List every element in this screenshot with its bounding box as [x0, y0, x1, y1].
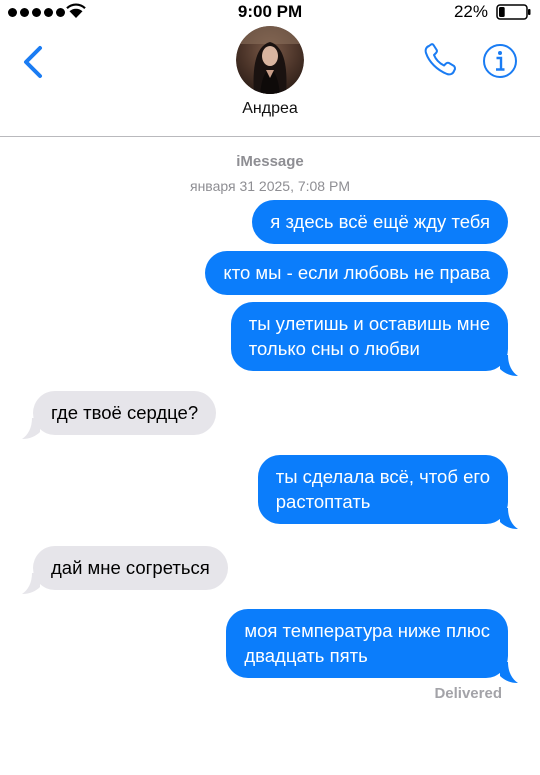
- conversation-header: Андреа: [0, 26, 540, 137]
- message-text-line: моя температура ниже плюс: [244, 620, 490, 641]
- message-text-line: ты улетишь и оставишь мне: [248, 313, 490, 334]
- message-text-line: двадцать пять: [244, 645, 368, 666]
- message-text: я здесь всё ещё жду тебя: [270, 211, 490, 232]
- received-message-bubble[interactable]: где твоё сердце?: [33, 391, 217, 435]
- sent-message-bubble[interactable]: ты сделала всё, чтоб его растоптать: [257, 455, 508, 524]
- bubble-tail: [500, 508, 518, 529]
- bubble-tail: [500, 662, 518, 683]
- status-bar: 9:00 PM 22%: [0, 0, 540, 26]
- sent-message-bubble[interactable]: я здесь всё ещё жду тебя: [252, 200, 508, 244]
- bubble-tail: [22, 573, 40, 594]
- message-text-line: ты сделала всё, чтоб его: [275, 466, 490, 487]
- message-text: дай мне согреться: [51, 557, 210, 578]
- sent-message-bubble[interactable]: ты улетишь и оставишь мне только сны о л…: [230, 302, 508, 371]
- bubble-tail: [500, 355, 518, 376]
- message-text-line: растоптать: [275, 491, 371, 512]
- back-chevron-icon[interactable]: [18, 42, 48, 82]
- message-text: кто мы - если любовь не права: [223, 262, 490, 283]
- service-label: iMessage: [236, 153, 304, 170]
- contact-name[interactable]: Андреа: [0, 100, 540, 118]
- bubble-tail: [22, 418, 40, 439]
- sent-message-bubble[interactable]: кто мы - если любовь не права: [205, 251, 508, 295]
- message-text: где твоё сердце?: [51, 402, 199, 423]
- phone-icon[interactable]: [422, 42, 458, 78]
- conversation-timestamp: января 31 2025, 7:08 PM: [189, 178, 350, 194]
- message-text-line: только сны о любви: [248, 338, 420, 359]
- delivery-status: Delivered: [434, 685, 502, 702]
- received-message-bubble[interactable]: дай мне согреться: [33, 546, 228, 590]
- info-icon[interactable]: [482, 43, 518, 79]
- battery-icon: [496, 4, 531, 20]
- contact-avatar[interactable]: [236, 26, 304, 94]
- sent-message-bubble[interactable]: моя температура ниже плюс двадцать пять: [226, 609, 508, 678]
- battery-percentage: 22%: [453, 2, 488, 21]
